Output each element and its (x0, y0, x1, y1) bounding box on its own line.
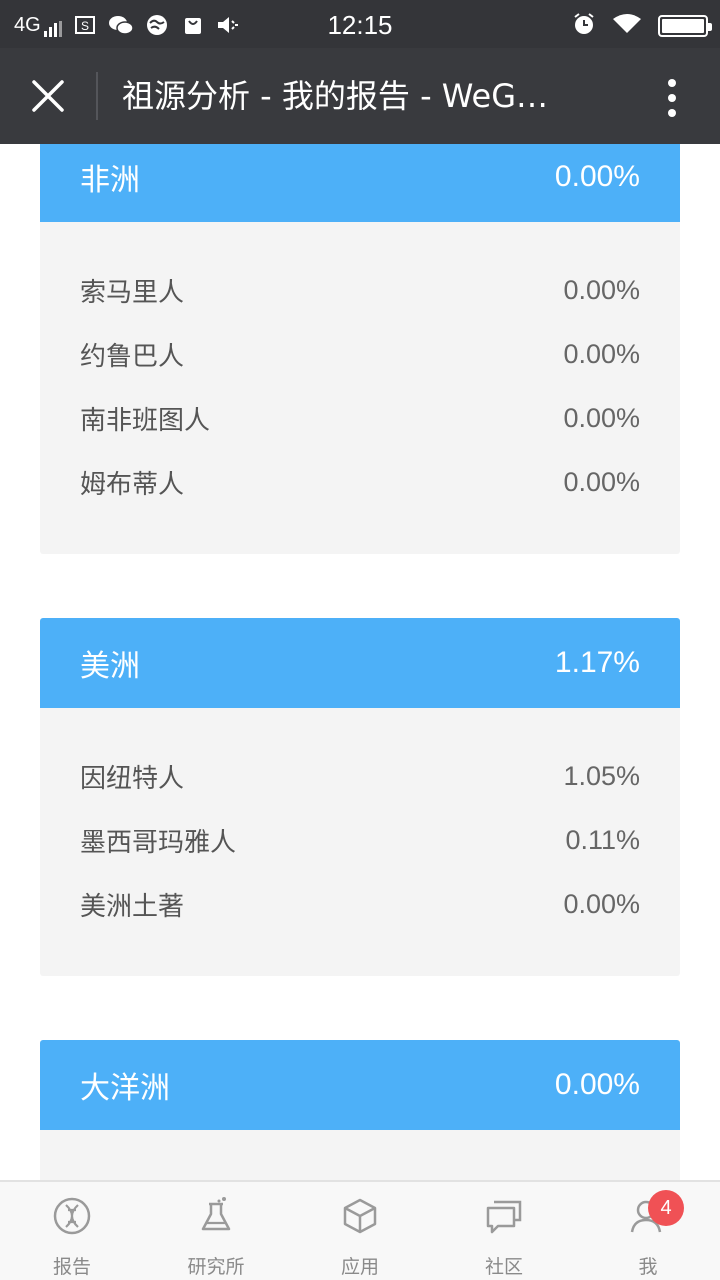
population-name: 因纽特人 (80, 763, 185, 794)
nav-item-apps[interactable]: 应用 (288, 1182, 432, 1280)
close-button[interactable] (20, 68, 76, 124)
population-name: 南非班图人 (80, 405, 211, 436)
region-percent: 1.17% (554, 646, 640, 679)
region-header[interactable]: 美洲 1.17% (40, 618, 680, 708)
alarm-icon (572, 12, 596, 40)
wifi-icon (612, 13, 642, 39)
population-name: 美洲土著 (80, 891, 185, 922)
population-percent: 0.11% (565, 824, 640, 855)
population-percent: 0.00% (563, 274, 640, 305)
population-percent: 0.00% (563, 338, 640, 369)
population-name: 姆布蒂人 (80, 469, 185, 500)
nav-item-institute[interactable]: 研究所 (144, 1182, 288, 1280)
close-icon (32, 80, 64, 112)
list-item: 南非班图人 0.00% (80, 386, 640, 450)
population-name: 约鲁巴人 (80, 341, 185, 372)
list-item: 约鲁巴人 0.00% (80, 322, 640, 386)
nav-item-me[interactable]: 4 我 (576, 1182, 720, 1280)
title-divider (96, 72, 98, 120)
cube-icon (340, 1196, 380, 1236)
region-header[interactable]: 大洋洲 0.00% (40, 1040, 680, 1130)
region-percent: 0.00% (554, 1068, 640, 1101)
region-name: 非洲 (80, 163, 140, 198)
report-content[interactable]: 非洲 0.00% 索马里人 0.00% 约鲁巴人 0.00% 南非班图人 0.0… (0, 144, 720, 1180)
flask-icon (196, 1196, 236, 1236)
region-percent: 0.00% (554, 160, 640, 193)
dna-icon (52, 1196, 92, 1236)
region-details: 索马里人 0.00% 约鲁巴人 0.00% 南非班图人 0.00% 姆布蒂人 0… (40, 222, 680, 554)
title-bar: 祖源分析 - 我的报告 - WeG… (0, 48, 720, 144)
nav-item-report[interactable]: 报告 (0, 1182, 144, 1280)
more-vertical-icon (668, 79, 676, 117)
status-bar: 4G S 12:15 (0, 0, 720, 48)
region-details (40, 1130, 680, 1180)
region-section-africa: 非洲 0.00% 索马里人 0.00% 约鲁巴人 0.00% 南非班图人 0.0… (40, 144, 680, 554)
page-title: 祖源分析 - 我的报告 - WeG… (122, 77, 549, 115)
list-item: 索马里人 0.00% (80, 258, 640, 322)
region-name: 大洋洲 (80, 1071, 170, 1106)
nav-label: 我 (638, 1256, 658, 1278)
notification-badge: 4 (648, 1190, 684, 1226)
list-item: 墨西哥玛雅人 0.11% (80, 808, 640, 872)
nav-label: 研究所 (187, 1256, 245, 1278)
list-item: 因纽特人 1.05% (80, 744, 640, 808)
nav-label: 报告 (52, 1256, 91, 1278)
nav-label: 社区 (484, 1256, 523, 1278)
population-percent: 0.00% (563, 466, 640, 497)
population-percent: 0.00% (563, 402, 640, 433)
chat-icon (484, 1196, 524, 1236)
region-section-americas: 美洲 1.17% 因纽特人 1.05% 墨西哥玛雅人 0.11% 美洲土著 0.… (40, 618, 680, 976)
region-details: 因纽特人 1.05% 墨西哥玛雅人 0.11% 美洲土著 0.00% (40, 708, 680, 976)
region-name: 美洲 (80, 649, 140, 684)
battery-icon (658, 15, 712, 37)
nav-label: 应用 (340, 1256, 379, 1278)
region-section-oceania: 大洋洲 0.00% (40, 1040, 680, 1180)
list-item: 美洲土著 0.00% (80, 872, 640, 936)
population-name: 墨西哥玛雅人 (80, 827, 237, 858)
list-item: 姆布蒂人 0.00% (80, 450, 640, 514)
population-percent: 0.00% (563, 888, 640, 919)
nav-item-community[interactable]: 社区 (432, 1182, 576, 1280)
population-name: 索马里人 (80, 277, 185, 308)
more-button[interactable] (644, 70, 700, 126)
population-percent: 1.05% (563, 760, 640, 791)
bottom-nav: 报告 研究所 应用 社区 4 我 (0, 1180, 720, 1280)
region-header[interactable]: 非洲 0.00% (40, 144, 680, 222)
